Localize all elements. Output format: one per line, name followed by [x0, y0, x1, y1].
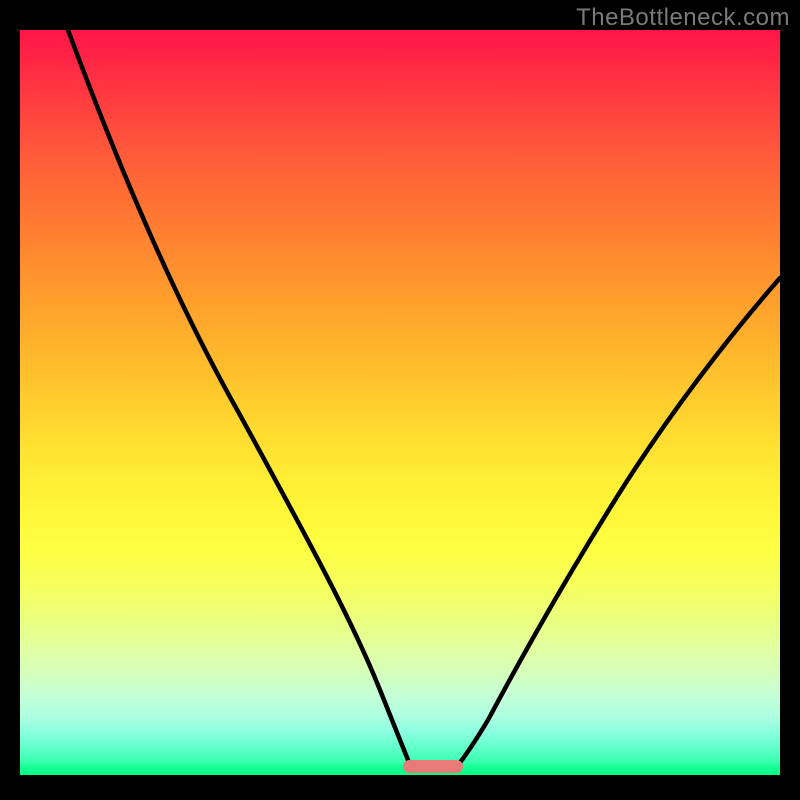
bottleneck-curves — [20, 30, 780, 775]
watermark-text: TheBottleneck.com — [576, 4, 790, 32]
curve-right — [454, 278, 780, 770]
plot-area — [20, 30, 780, 775]
chart-container: TheBottleneck.com — [0, 0, 800, 800]
curve-left — [68, 30, 412, 770]
optimal-range-marker — [403, 760, 463, 773]
